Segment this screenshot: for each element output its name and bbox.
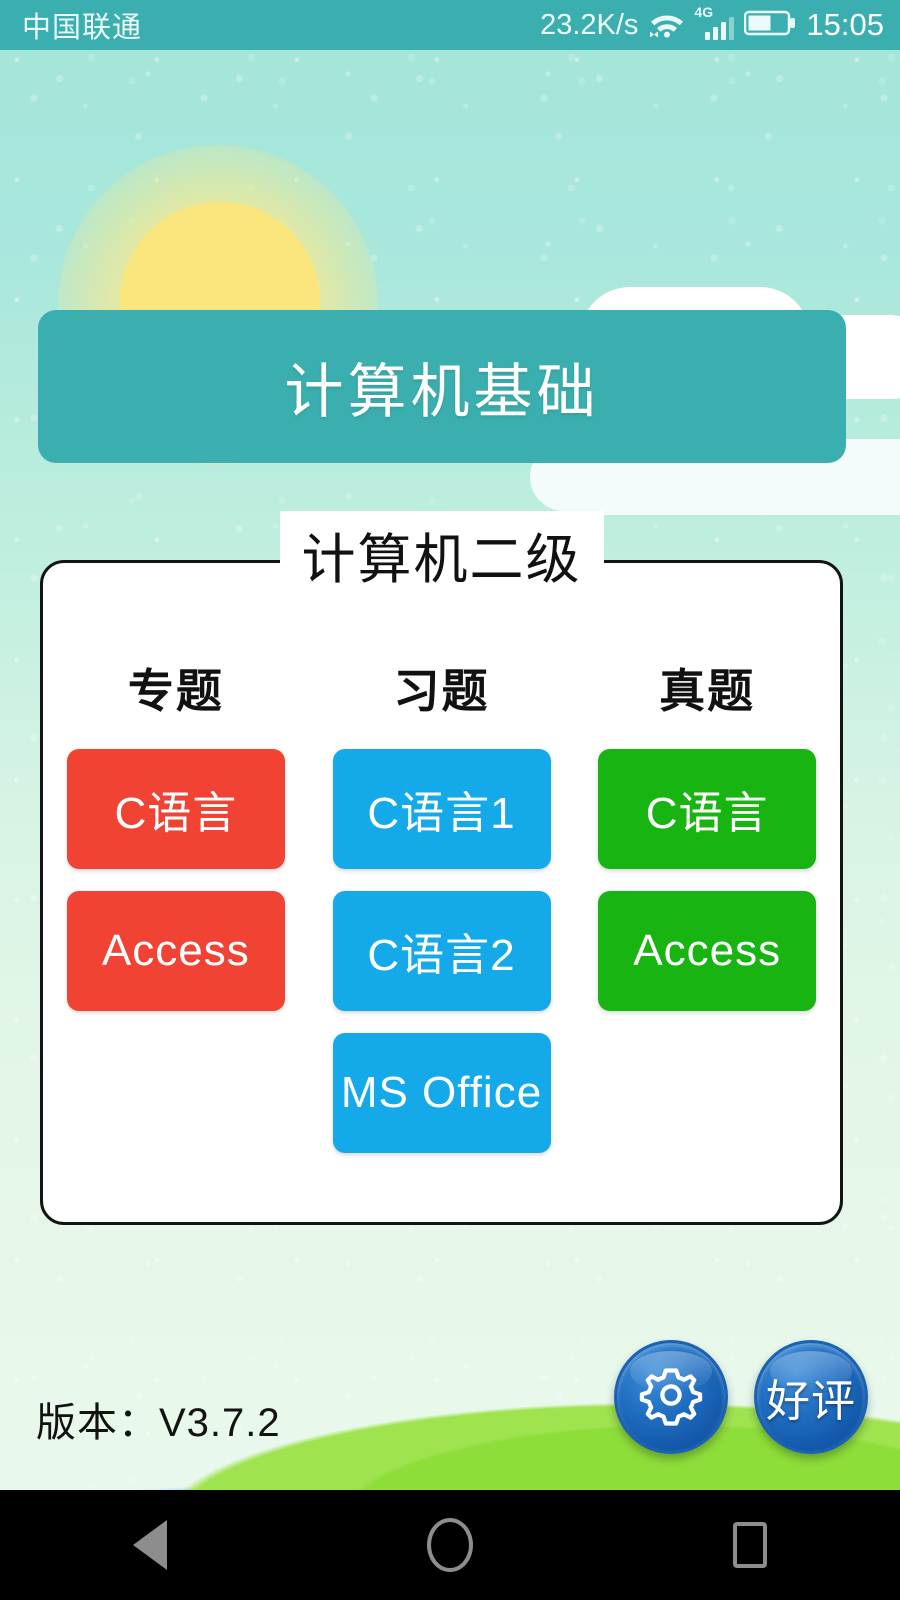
phone-screen: 中国联通 23.2K/s 4G 15:05 计算机基础 计算机二级 专题 习题 …	[0, 0, 900, 1600]
column-header-row: 专题 习题 真题	[43, 655, 840, 721]
rate-app-button[interactable]: 好评	[754, 1340, 868, 1454]
grid-cell: C语言	[43, 749, 309, 869]
exam-category-card: 计算机二级 专题 习题 真题 C语言 C语言1 C语言 Access C语言2 …	[40, 511, 843, 1225]
version-label: 版本：V3.7.2	[36, 1401, 281, 1445]
card-badge: 计算机二级	[279, 511, 604, 600]
grid-cell	[43, 1033, 309, 1153]
grid-row: MS Office	[43, 1033, 840, 1153]
grid-cell: C语言1	[309, 749, 575, 869]
grid-row: Access C语言2 Access	[43, 891, 840, 1011]
page-title: 计算机基础	[284, 359, 600, 425]
nav-recents-button[interactable]	[690, 1490, 810, 1600]
footer-action-buttons: 好评	[614, 1340, 868, 1454]
header-banner: 计算机基础	[38, 310, 846, 463]
nav-back-button[interactable]	[90, 1490, 210, 1600]
column-header-zhenti: 真题	[574, 655, 840, 721]
recents-square-icon	[733, 1522, 767, 1568]
status-bar-right-group: 23.2K/s 4G 15:05	[540, 4, 884, 43]
column-header-xiti: 习题	[309, 655, 575, 721]
android-nav-bar	[0, 1490, 900, 1600]
carrier-label: 中国联通	[22, 12, 143, 44]
home-circle-icon	[427, 1518, 473, 1572]
column-header-label: 习题	[393, 665, 490, 717]
column-header-label: 专题	[127, 665, 224, 717]
grid-cell: C语言2	[309, 891, 575, 1011]
network-type-label: 4G	[694, 4, 714, 20]
rate-app-label: 好评	[766, 1377, 856, 1426]
status-bar: 中国联通 23.2K/s 4G 15:05	[0, 0, 900, 50]
subject-button-c1-exercises[interactable]: C语言1	[332, 749, 551, 869]
subject-button-access-topics[interactable]: Access	[66, 891, 285, 1011]
nav-home-button[interactable]	[390, 1490, 510, 1600]
subject-button-access-pastexams[interactable]: Access	[598, 891, 817, 1011]
grid-cell	[574, 1033, 840, 1153]
column-header-label: 真题	[659, 665, 756, 717]
battery-icon	[744, 9, 796, 42]
subject-button-msoffice-exercises[interactable]: MS Office	[332, 1033, 551, 1153]
column-header-zhuanti: 专题	[43, 655, 309, 721]
signal-bars-icon: 4G	[694, 4, 735, 40]
grid-cell: Access	[43, 891, 309, 1011]
settings-button[interactable]	[614, 1340, 728, 1454]
grid-row: C语言 C语言1 C语言	[43, 749, 840, 869]
subject-button-c2-exercises[interactable]: C语言2	[332, 891, 551, 1011]
wifi-icon	[648, 8, 686, 43]
grid-cell: Access	[574, 891, 840, 1011]
subject-button-c-topics[interactable]: C语言	[66, 749, 285, 869]
clock-label: 15:05	[806, 7, 884, 42]
subject-button-c-pastexams[interactable]: C语言	[598, 749, 817, 869]
grid-cell: MS Office	[309, 1033, 575, 1153]
back-triangle-icon	[133, 1520, 167, 1570]
gear-icon	[637, 1361, 705, 1434]
grid-cell: C语言	[574, 749, 840, 869]
subject-button-grid: C语言 C语言1 C语言 Access C语言2 Access MS Offic…	[43, 749, 840, 1175]
card-badge-label: 计算机二级	[301, 530, 582, 590]
network-speed-label: 23.2K/s	[540, 8, 639, 41]
